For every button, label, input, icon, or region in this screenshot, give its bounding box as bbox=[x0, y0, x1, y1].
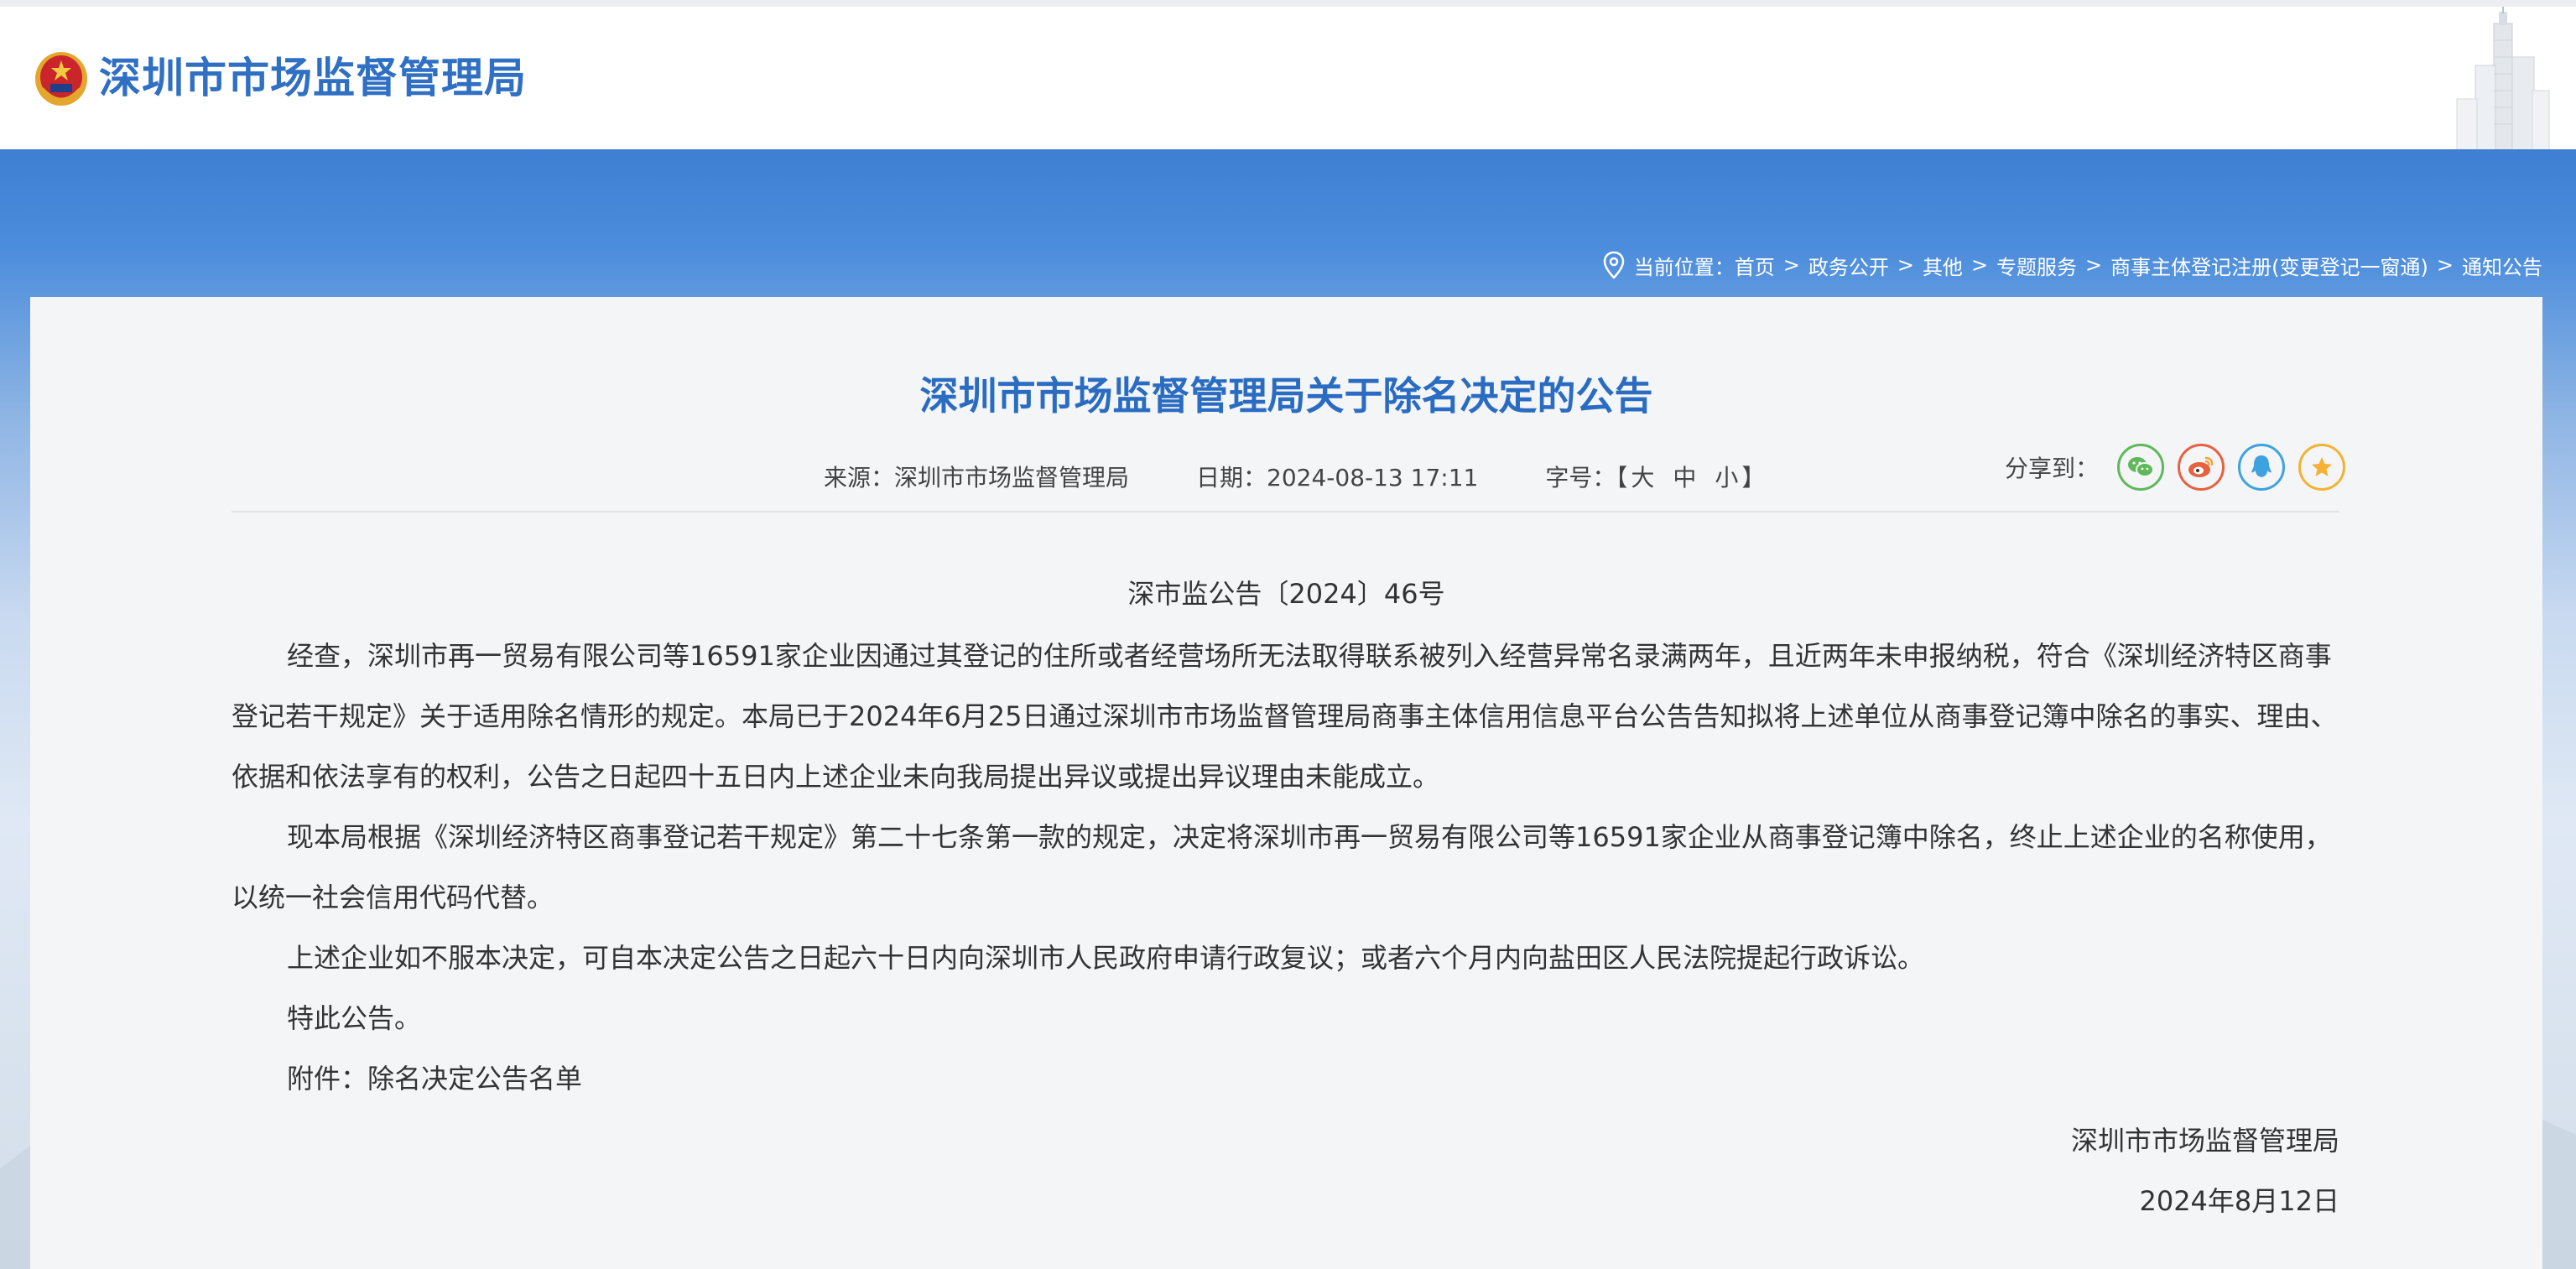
font-size-label: 字号：【 bbox=[1545, 464, 1628, 491]
share-favorite-button[interactable] bbox=[2298, 444, 2346, 491]
article-date: 日期：2024-08-13 17:11 bbox=[1196, 464, 1479, 491]
breadcrumb-separator: > bbox=[2085, 253, 2103, 277]
breadcrumb-home[interactable]: 首页 bbox=[1735, 251, 1775, 280]
font-size-small-button[interactable]: 小 bbox=[1715, 461, 1738, 495]
article-container: 深圳市市场监督管理局关于除名决定的公告 来源：深圳市市场监督管理局 日期：202… bbox=[30, 297, 2542, 1269]
font-size-close-bracket: 】 bbox=[1741, 464, 1766, 491]
article-title: 深圳市市场监督管理局关于除名决定的公告 bbox=[919, 373, 1653, 419]
paragraph-2-line-1: 现本局根据《深圳经济特区商事登记若干规定》第二十七条第一款的规定，决定将深圳市再… bbox=[287, 821, 2332, 853]
breadcrumb-notices[interactable]: 通知公告 bbox=[2462, 251, 2542, 280]
paragraph-1-line-2: 登记若干规定》关于适用除名情形的规定。本局已于2024年6月25日通过深圳市市场… bbox=[232, 700, 2338, 732]
paragraph-1-line-1: 经查，深圳市再一贸易有限公司等16591家企业因通过其登记的住所或者经营场所无法… bbox=[287, 640, 2332, 672]
breadcrumb-special-services[interactable]: 专题服务 bbox=[1996, 251, 2077, 280]
signature-date: 2024年8月12日 bbox=[2139, 1185, 2339, 1217]
breadcrumb-government-affairs[interactable]: 政务公开 bbox=[1808, 251, 1889, 280]
site-title[interactable]: 深圳市市场监督管理局 bbox=[99, 49, 527, 107]
breadcrumb-separator: > bbox=[1897, 253, 1914, 277]
attachment-link[interactable]: 除名决定公告名单 bbox=[367, 1063, 582, 1095]
share-bar: 分享到： bbox=[2005, 441, 2359, 493]
paragraph-3: 上述企业如不服本决定，可自本决定公告之日起六十日内向深圳市人民政府申请行政复议；… bbox=[287, 942, 1925, 974]
paragraph-2-line-2: 以统一社会信用代码代替。 bbox=[232, 882, 554, 913]
attachment-row: 附件：除名决定公告名单 bbox=[232, 1048, 2370, 1109]
breadcrumb-separator: > bbox=[1970, 253, 1989, 277]
breadcrumb: 当前位置： 首页 > 政务公开 > 其他 > 专题服务 > 商事主体登记注册(变… bbox=[1602, 248, 2542, 282]
breadcrumb-other[interactable]: 其他 bbox=[1923, 251, 1963, 280]
share-wechat-button[interactable] bbox=[2117, 444, 2165, 491]
site-header: 深圳市市场监督管理局 bbox=[0, 7, 2576, 156]
location-pin-icon bbox=[1603, 251, 1624, 279]
building-illustration-icon bbox=[2456, 7, 2550, 156]
share-weibo-button[interactable] bbox=[2178, 444, 2225, 491]
breadcrumb-separator: > bbox=[1782, 253, 1800, 277]
font-size-medium-button[interactable]: 中 bbox=[1673, 461, 1696, 495]
top-strip bbox=[0, 0, 2576, 7]
breadcrumb-label: 当前位置： bbox=[1633, 255, 1735, 279]
article-body: 经查，深圳市再一贸易有限公司等16591家企业因通过其登记的住所或者经营场所无法… bbox=[232, 626, 2370, 1109]
article-meta: 来源：深圳市市场监督管理局 日期：2024-08-13 17:11 字号：【 大… bbox=[824, 461, 1765, 495]
share-label: 分享到： bbox=[2005, 455, 2100, 482]
paragraph-4: 特此公告。 bbox=[287, 1002, 422, 1034]
paragraph-1-line-3: 依据和依法享有的权利，公告之日起四十五日内上述企业未向我局提出异议或提出异议理由… bbox=[232, 761, 1440, 793]
wechat-icon bbox=[2128, 457, 2155, 477]
meta-divider bbox=[232, 511, 2339, 512]
article-source: 来源：深圳市市场监督管理局 bbox=[824, 464, 1130, 491]
favorite-star-icon bbox=[2312, 457, 2333, 476]
qq-icon bbox=[2251, 455, 2272, 477]
share-qq-button[interactable] bbox=[2238, 444, 2286, 491]
font-size-large-button[interactable]: 大 bbox=[1631, 461, 1654, 495]
attachment-label: 附件： bbox=[287, 1063, 368, 1095]
police-emblem-icon bbox=[35, 52, 87, 106]
weibo-icon bbox=[2188, 456, 2214, 477]
document-number: 深市监公告〔2024〕46号 bbox=[1127, 578, 1445, 610]
signature-org: 深圳市市场监督管理局 bbox=[2070, 1125, 2339, 1157]
breadcrumb-separator: > bbox=[2436, 253, 2454, 277]
breadcrumb-business-registration[interactable]: 商事主体登记注册(变更登记一窗通) bbox=[2110, 251, 2428, 280]
